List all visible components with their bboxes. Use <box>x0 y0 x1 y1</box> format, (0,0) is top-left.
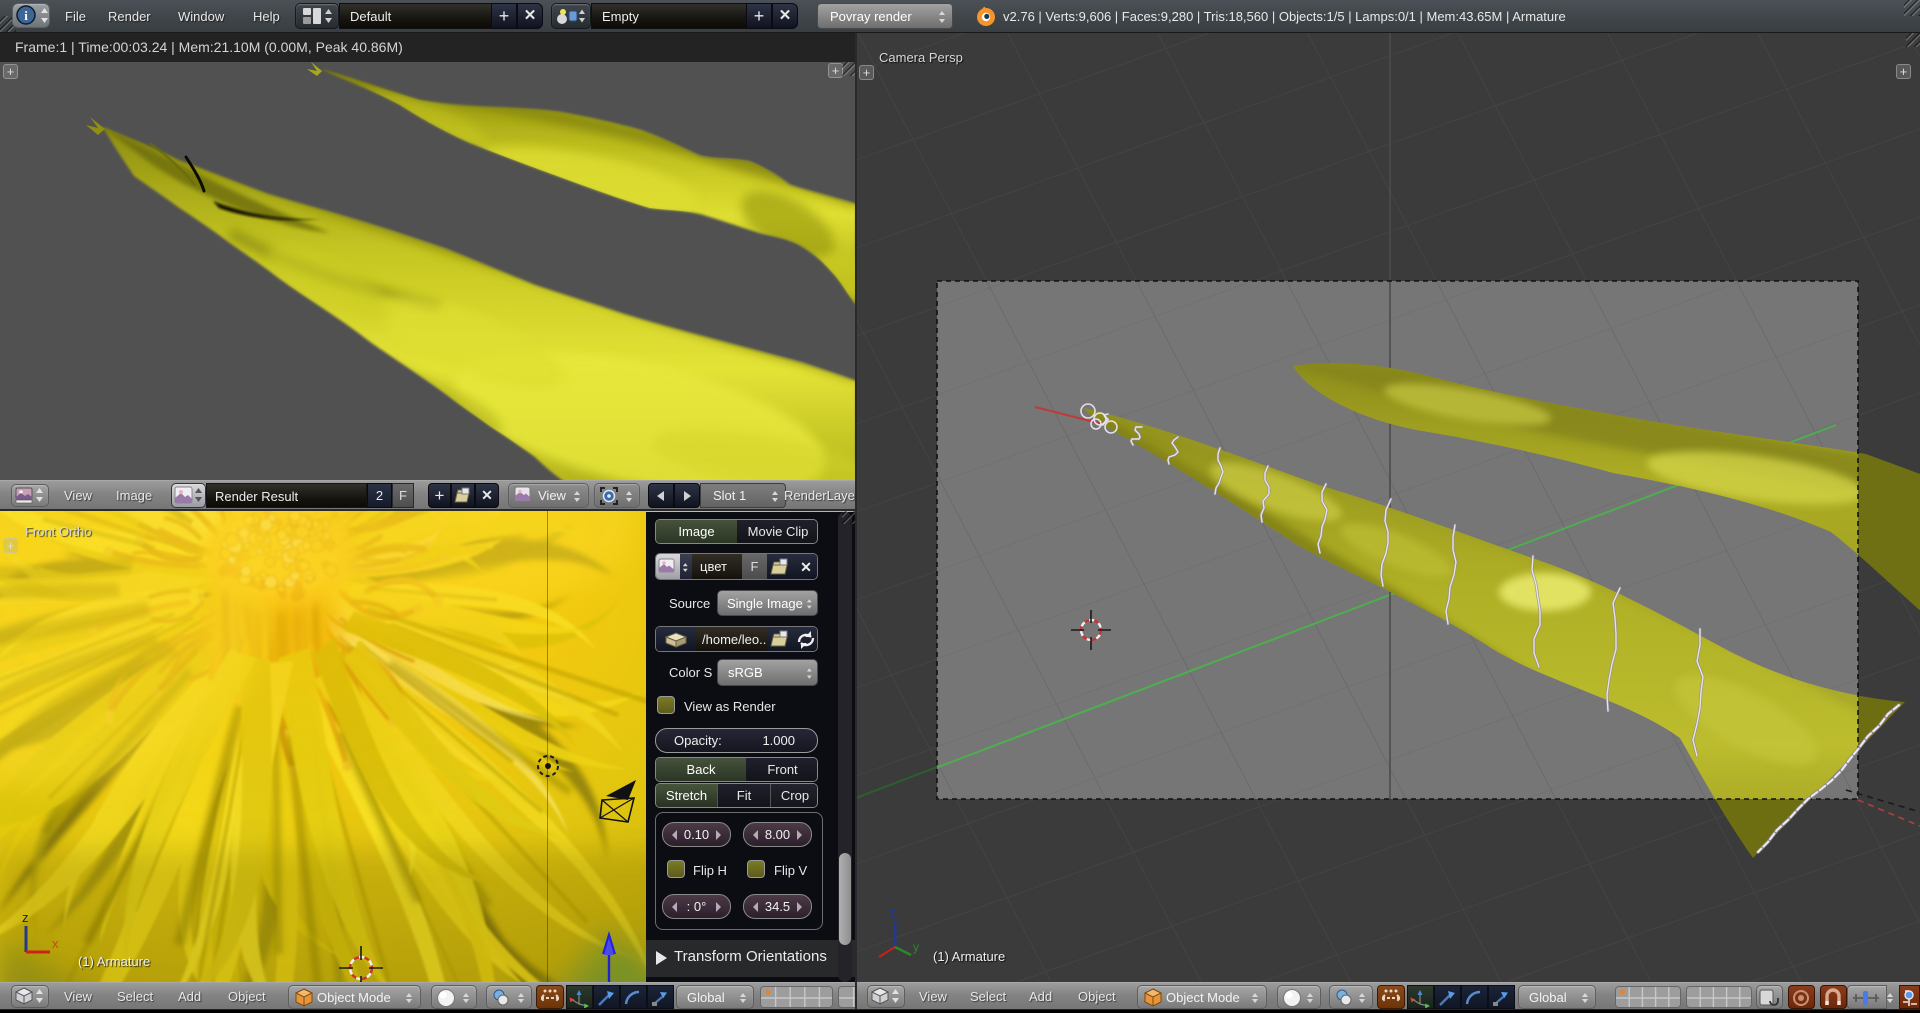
svg-text:x: x <box>52 936 59 951</box>
svg-text:i: i <box>24 8 28 23</box>
svg-text:y: y <box>913 940 919 954</box>
svg-text:z: z <box>22 910 29 925</box>
svg-text:z: z <box>889 905 896 920</box>
